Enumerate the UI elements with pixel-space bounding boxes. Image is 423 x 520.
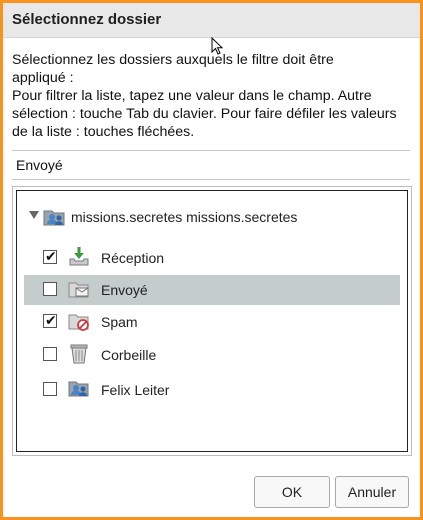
folder-row-felix-leiter[interactable]: Felix Leiter <box>24 375 400 405</box>
folder-checkbox[interactable] <box>43 382 57 396</box>
inbox-icon <box>68 246 90 273</box>
folder-select-dialog: Sélectionnez dossier Sélectionnez les do… <box>0 0 423 520</box>
account-folder-icon <box>43 207 67 232</box>
folder-label: Corbeille <box>101 347 157 363</box>
folder-checkbox[interactable]: ✔ <box>43 312 57 328</box>
trash-icon <box>68 343 90 370</box>
folder-row-reception[interactable]: ✔ Réception <box>24 243 400 273</box>
folder-label: Felix Leiter <box>101 382 170 398</box>
instructions-line: Pour filtrer la liste, tapez une valeur … <box>12 88 372 104</box>
collapse-triangle-icon[interactable] <box>29 211 39 219</box>
tree-root-label: missions.secretes missions.secretes <box>71 209 298 225</box>
instructions-line: de la liste : touches fléchées. <box>12 124 195 140</box>
shared-folder-icon <box>68 378 90 405</box>
filter-input[interactable] <box>12 150 410 180</box>
folder-tree: missions.secretes missions.secretes ✔ Ré… <box>12 186 412 456</box>
folder-tree-focus-frame: missions.secretes missions.secretes ✔ Ré… <box>16 190 408 452</box>
tree-root-account[interactable]: missions.secretes missions.secretes <box>17 206 407 228</box>
folder-row-spam[interactable]: ✔ Spam <box>24 307 400 337</box>
folder-checkbox[interactable] <box>43 347 57 361</box>
checkmark-icon: ✔ <box>45 312 57 328</box>
instructions-line: sélection : touche Tab du clavier. Pour … <box>12 106 397 122</box>
checkmark-icon: ✔ <box>45 248 57 264</box>
folder-checkbox[interactable] <box>43 282 57 296</box>
dialog-title: Sélectionnez dossier <box>12 11 162 28</box>
folder-row-envoye[interactable]: Envoyé <box>24 275 400 305</box>
ok-button[interactable]: OK <box>254 476 330 508</box>
instructions-line: appliqué : <box>12 70 74 86</box>
folder-checkbox[interactable]: ✔ <box>43 248 57 264</box>
folder-label: Envoyé <box>101 282 148 298</box>
folder-label: Réception <box>101 250 165 266</box>
folder-label: Spam <box>101 314 138 330</box>
cancel-button[interactable]: Annuler <box>335 476 409 508</box>
spam-folder-icon <box>68 310 90 337</box>
instructions-text: Sélectionnez les dossiers auxquels le fi… <box>12 51 412 141</box>
sent-folder-icon <box>68 278 90 305</box>
folder-row-corbeille[interactable]: Corbeille <box>24 340 400 370</box>
mouse-cursor-icon <box>211 36 224 60</box>
title-bar[interactable]: Sélectionnez dossier <box>3 3 420 38</box>
